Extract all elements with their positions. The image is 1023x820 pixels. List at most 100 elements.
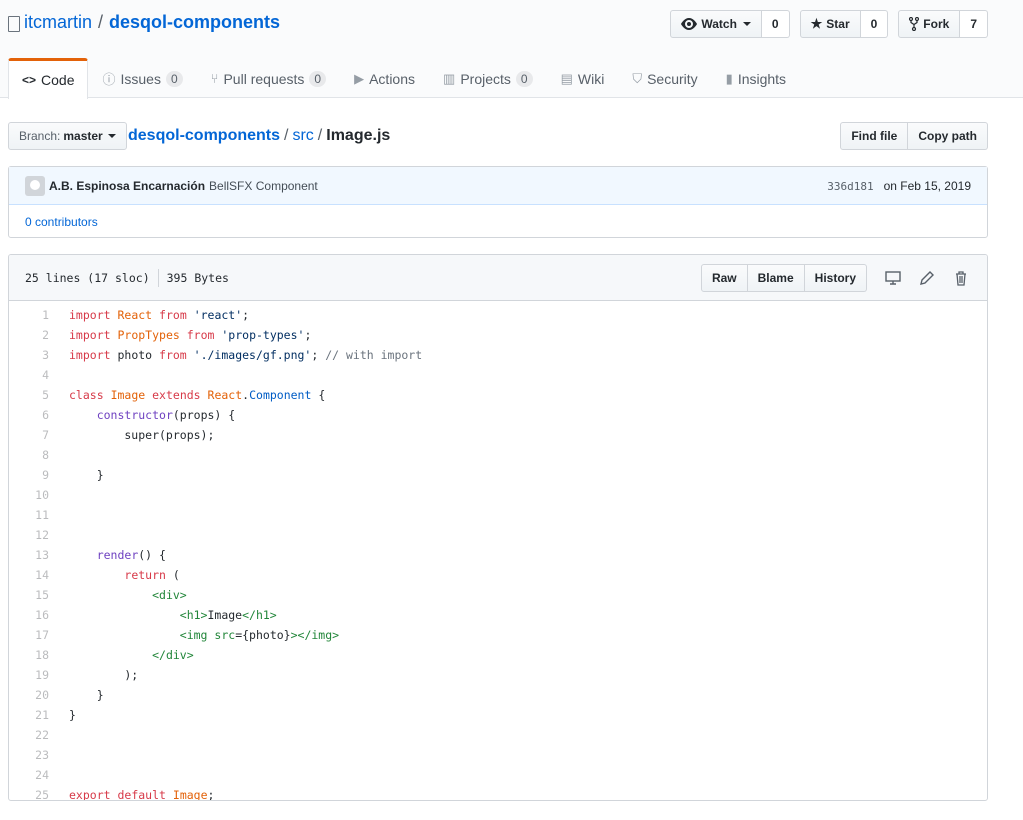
file-nav-buttons: Find file Copy path	[840, 122, 988, 150]
tab-wiki[interactable]: ▤ Wiki	[547, 58, 619, 98]
line-number[interactable]: 15	[9, 585, 49, 605]
line-number[interactable]: 5	[9, 385, 49, 405]
line-number[interactable]: 11	[9, 505, 49, 525]
line-number[interactable]: 6	[9, 405, 49, 425]
tab-pull-requests-label: Pull requests	[223, 70, 305, 87]
graph-icon: ▮	[725, 70, 733, 86]
fork-label: Fork	[923, 17, 950, 31]
contributors-link[interactable]: 0 contributors	[9, 205, 987, 238]
star-count[interactable]: 0	[860, 10, 889, 38]
code-line-text: <div>	[152, 588, 187, 602]
line-number[interactable]: 20	[9, 685, 49, 705]
line-number[interactable]: 4	[9, 365, 49, 385]
line-number[interactable]: 16	[9, 605, 49, 625]
line-number[interactable]: 7	[9, 425, 49, 445]
code-line-text: class Image extends React.Component {	[69, 388, 326, 402]
tab-code[interactable]: <> Code	[8, 58, 89, 99]
line-number[interactable]: 10	[9, 485, 49, 505]
copy-path-button[interactable]: Copy path	[908, 122, 988, 150]
line-number[interactable]: 24	[9, 765, 49, 785]
fork-button[interactable]: Fork	[898, 10, 961, 38]
watch-group: Watch 0	[670, 10, 790, 38]
line-number[interactable]: 22	[9, 725, 49, 745]
chevron-down-icon	[742, 22, 751, 26]
tab-issues[interactable]: ⓘ Issues 0	[88, 58, 196, 98]
code-line: 4	[9, 365, 987, 385]
tab-projects[interactable]: ▥ Projects 0	[429, 58, 547, 98]
tab-pull-requests[interactable]: ⑂ Pull requests 0	[197, 58, 340, 98]
code-line: 7 super(props);	[9, 425, 987, 445]
file-lines-info: 25 lines (17 sloc)	[25, 271, 150, 285]
code-line: 23	[9, 745, 987, 765]
find-file-button[interactable]: Find file	[840, 122, 909, 150]
tab-actions-label: Actions	[369, 70, 416, 87]
fork-count[interactable]: 7	[960, 10, 988, 38]
star-button[interactable]: ★ Star	[799, 10, 861, 38]
breadcrumb-repo-link[interactable]: desqol-components	[128, 127, 280, 144]
tab-security[interactable]: ⛉ Security	[618, 58, 711, 98]
line-number[interactable]: 21	[9, 705, 49, 725]
file-box: 25 lines (17 sloc) 395 Bytes Raw Blame H…	[8, 254, 988, 801]
pencil-icon[interactable]	[919, 270, 935, 286]
line-number[interactable]: 14	[9, 565, 49, 585]
book-icon: ▤	[560, 70, 573, 86]
line-number[interactable]: 19	[9, 665, 49, 685]
file-actions: Raw Blame History	[700, 264, 969, 292]
code-line-text: constructor(props) {	[96, 408, 236, 422]
code-line-text: }	[69, 708, 76, 722]
code-line: 11	[9, 505, 987, 525]
pulls-counter: 0	[309, 70, 327, 87]
project-icon: ▥	[443, 70, 456, 86]
line-number[interactable]: 9	[9, 465, 49, 485]
code-line-text: super(props);	[69, 428, 215, 442]
line-number[interactable]: 3	[9, 345, 49, 365]
blame-button[interactable]: Blame	[747, 264, 805, 292]
tab-security-label: Security	[647, 70, 698, 87]
code-line: 1 import React from 'react';	[9, 305, 987, 325]
commit-meta: 336d181 on Feb 15, 2019	[827, 167, 971, 205]
commit-sha[interactable]: 336d181	[827, 180, 873, 193]
code-line-text: }	[69, 468, 104, 482]
line-number[interactable]: 17	[9, 625, 49, 645]
tab-actions[interactable]: ▶ Actions	[340, 58, 429, 98]
code-line: 22	[9, 725, 987, 745]
line-number[interactable]: 12	[9, 525, 49, 545]
breadcrumb-dir-link[interactable]: src	[292, 127, 313, 144]
commit-box: A.B. Espinosa Encarnación BellSFX Compon…	[8, 166, 988, 238]
line-number[interactable]: 23	[9, 745, 49, 765]
avatar[interactable]	[25, 175, 45, 196]
code-line-text: render() {	[96, 548, 166, 562]
line-number[interactable]: 13	[9, 545, 49, 565]
code-line: 2 import PropTypes from 'prop-types';	[9, 325, 987, 345]
code-line-text: import React from 'react';	[69, 308, 250, 322]
code-line: 9 }	[9, 465, 987, 485]
file-info-divider	[157, 269, 159, 287]
tab-wiki-label: Wiki	[577, 70, 605, 87]
code-blob: 1 import React from 'react'; 2 import Prop…	[9, 301, 987, 800]
trash-icon[interactable]	[953, 270, 969, 286]
fork-group: Fork 7	[898, 10, 988, 38]
line-number[interactable]: 1	[9, 305, 49, 325]
commit-message[interactable]: BellSFX Component	[209, 179, 318, 193]
repo-owner-link[interactable]: itcmartin	[24, 12, 92, 33]
watch-button[interactable]: Watch	[670, 10, 762, 38]
desktop-icon[interactable]	[885, 270, 901, 286]
line-number[interactable]: 2	[9, 325, 49, 345]
line-number[interactable]: 25	[9, 785, 49, 800]
commit-author[interactable]: A.B. Espinosa Encarnación	[49, 179, 205, 193]
shield-icon: ⛉	[632, 70, 643, 86]
history-button[interactable]: History	[804, 264, 867, 292]
repo-name-link[interactable]: desqol-components	[109, 12, 280, 33]
branch-select-button[interactable]: Branch: master	[8, 122, 127, 150]
raw-button[interactable]: Raw	[700, 264, 748, 292]
repo-nav: <> Code ⓘ Issues 0 ⑂ Pull requests 0 ▶ A…	[8, 58, 800, 99]
line-number[interactable]: 18	[9, 645, 49, 665]
watch-count[interactable]: 0	[761, 10, 790, 38]
tab-insights[interactable]: ▮ Insights	[712, 58, 800, 98]
code-line: 13 render() {	[9, 545, 987, 565]
line-number[interactable]: 8	[9, 445, 49, 465]
star-label: Star	[826, 17, 850, 31]
repo-title: itcmartin / desqol-components	[8, 12, 280, 33]
